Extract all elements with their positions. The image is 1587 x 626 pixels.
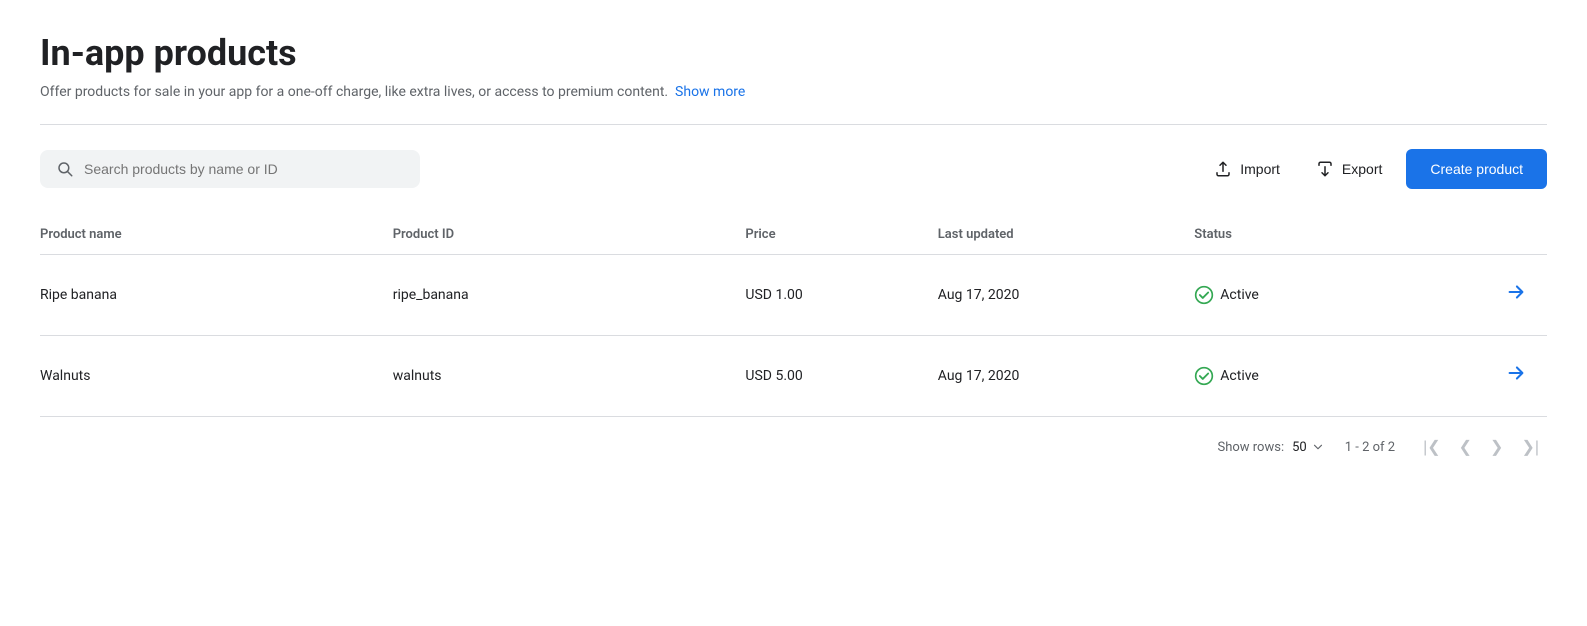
import-icon [1214,160,1232,178]
cell-price: USD 5.00 [745,336,937,417]
arrow-right-icon [1505,362,1527,384]
pagination-info: 1 - 2 of 2 [1345,440,1395,455]
row-detail-button[interactable] [1497,358,1535,394]
cell-product-id: ripe_banana [393,255,746,336]
prev-page-button[interactable]: ❮ [1451,433,1480,461]
toolbar: Import Export Create product [40,149,1547,189]
active-status-icon [1194,366,1214,386]
export-button[interactable]: Export [1304,150,1394,188]
col-header-product-id: Product ID [393,217,746,255]
search-box [40,150,420,188]
subtitle: Offer products for sale in your app for … [40,84,1547,100]
rows-per-page-select[interactable]: 50 [1292,440,1325,455]
page-title: In-app products [40,32,1547,74]
table-footer: Show rows: 50 1 - 2 of 2 |❮ ❮ ❯ ❯| [40,417,1547,465]
cell-product-name: Walnuts [40,336,393,417]
next-page-button[interactable]: ❯ [1482,433,1511,461]
cell-status: Active [1194,255,1451,336]
first-page-button[interactable]: |❮ [1415,433,1449,461]
show-rows-control: Show rows: 50 [1217,440,1324,455]
last-page-button[interactable]: ❯| [1513,433,1547,461]
col-header-price: Price [745,217,937,255]
show-rows-label: Show rows: [1217,440,1284,455]
section-divider [40,124,1547,125]
pagination-controls: |❮ ❮ ❯ ❯| [1415,433,1547,461]
create-product-button[interactable]: Create product [1406,149,1547,189]
cell-action [1451,336,1547,417]
col-header-action [1451,217,1547,255]
search-icon [56,160,74,178]
col-header-last-updated: Last updated [938,217,1195,255]
arrow-right-icon [1505,281,1527,303]
export-icon [1316,160,1334,178]
status-label: Active [1220,368,1259,384]
active-status-icon [1194,285,1214,305]
chevron-down-icon [1311,440,1325,454]
import-button[interactable]: Import [1202,150,1292,188]
cell-product-id: walnuts [393,336,746,417]
cell-status: Active [1194,336,1451,417]
table-row: Walnuts walnuts USD 5.00 Aug 17, 2020 Ac… [40,336,1547,417]
col-header-status: Status [1194,217,1451,255]
cell-action [1451,255,1547,336]
cell-product-name: Ripe banana [40,255,393,336]
cell-price: USD 1.00 [745,255,937,336]
search-input[interactable] [84,161,404,177]
table-row: Ripe banana ripe_banana USD 1.00 Aug 17,… [40,255,1547,336]
status-label: Active [1220,287,1259,303]
show-more-link[interactable]: Show more [675,84,745,100]
products-table: Product name Product ID Price Last updat… [40,217,1547,417]
table-header-row: Product name Product ID Price Last updat… [40,217,1547,255]
col-header-product-name: Product name [40,217,393,255]
cell-last-updated: Aug 17, 2020 [938,255,1195,336]
cell-last-updated: Aug 17, 2020 [938,336,1195,417]
rows-per-page-value: 50 [1292,440,1307,455]
row-detail-button[interactable] [1497,277,1535,313]
